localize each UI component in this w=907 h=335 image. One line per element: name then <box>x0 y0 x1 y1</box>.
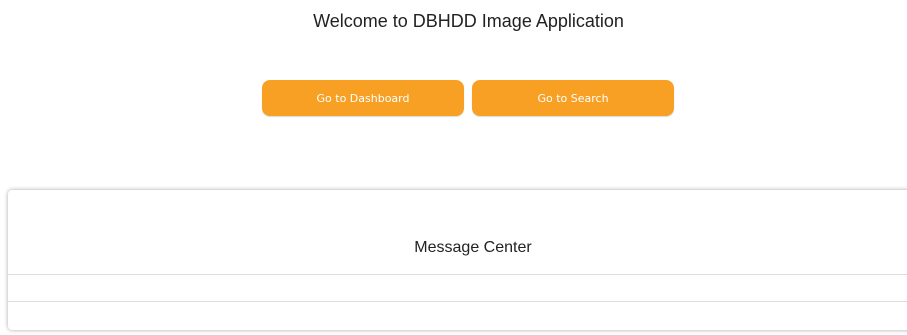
message-center-panel: Message Center <box>8 190 907 330</box>
welcome-heading: Welcome to DBHDD Image Application <box>313 11 624 31</box>
message-row <box>8 301 907 330</box>
action-buttons: Go to Dashboard Go to Search <box>262 80 674 116</box>
message-center-title: Message Center <box>414 239 532 256</box>
go-to-search-button[interactable]: Go to Search <box>472 80 674 116</box>
home-page: Welcome to DBHDD Image Application Go to… <box>0 0 907 335</box>
go-to-dashboard-button[interactable]: Go to Dashboard <box>262 80 464 116</box>
message-row <box>8 274 907 302</box>
